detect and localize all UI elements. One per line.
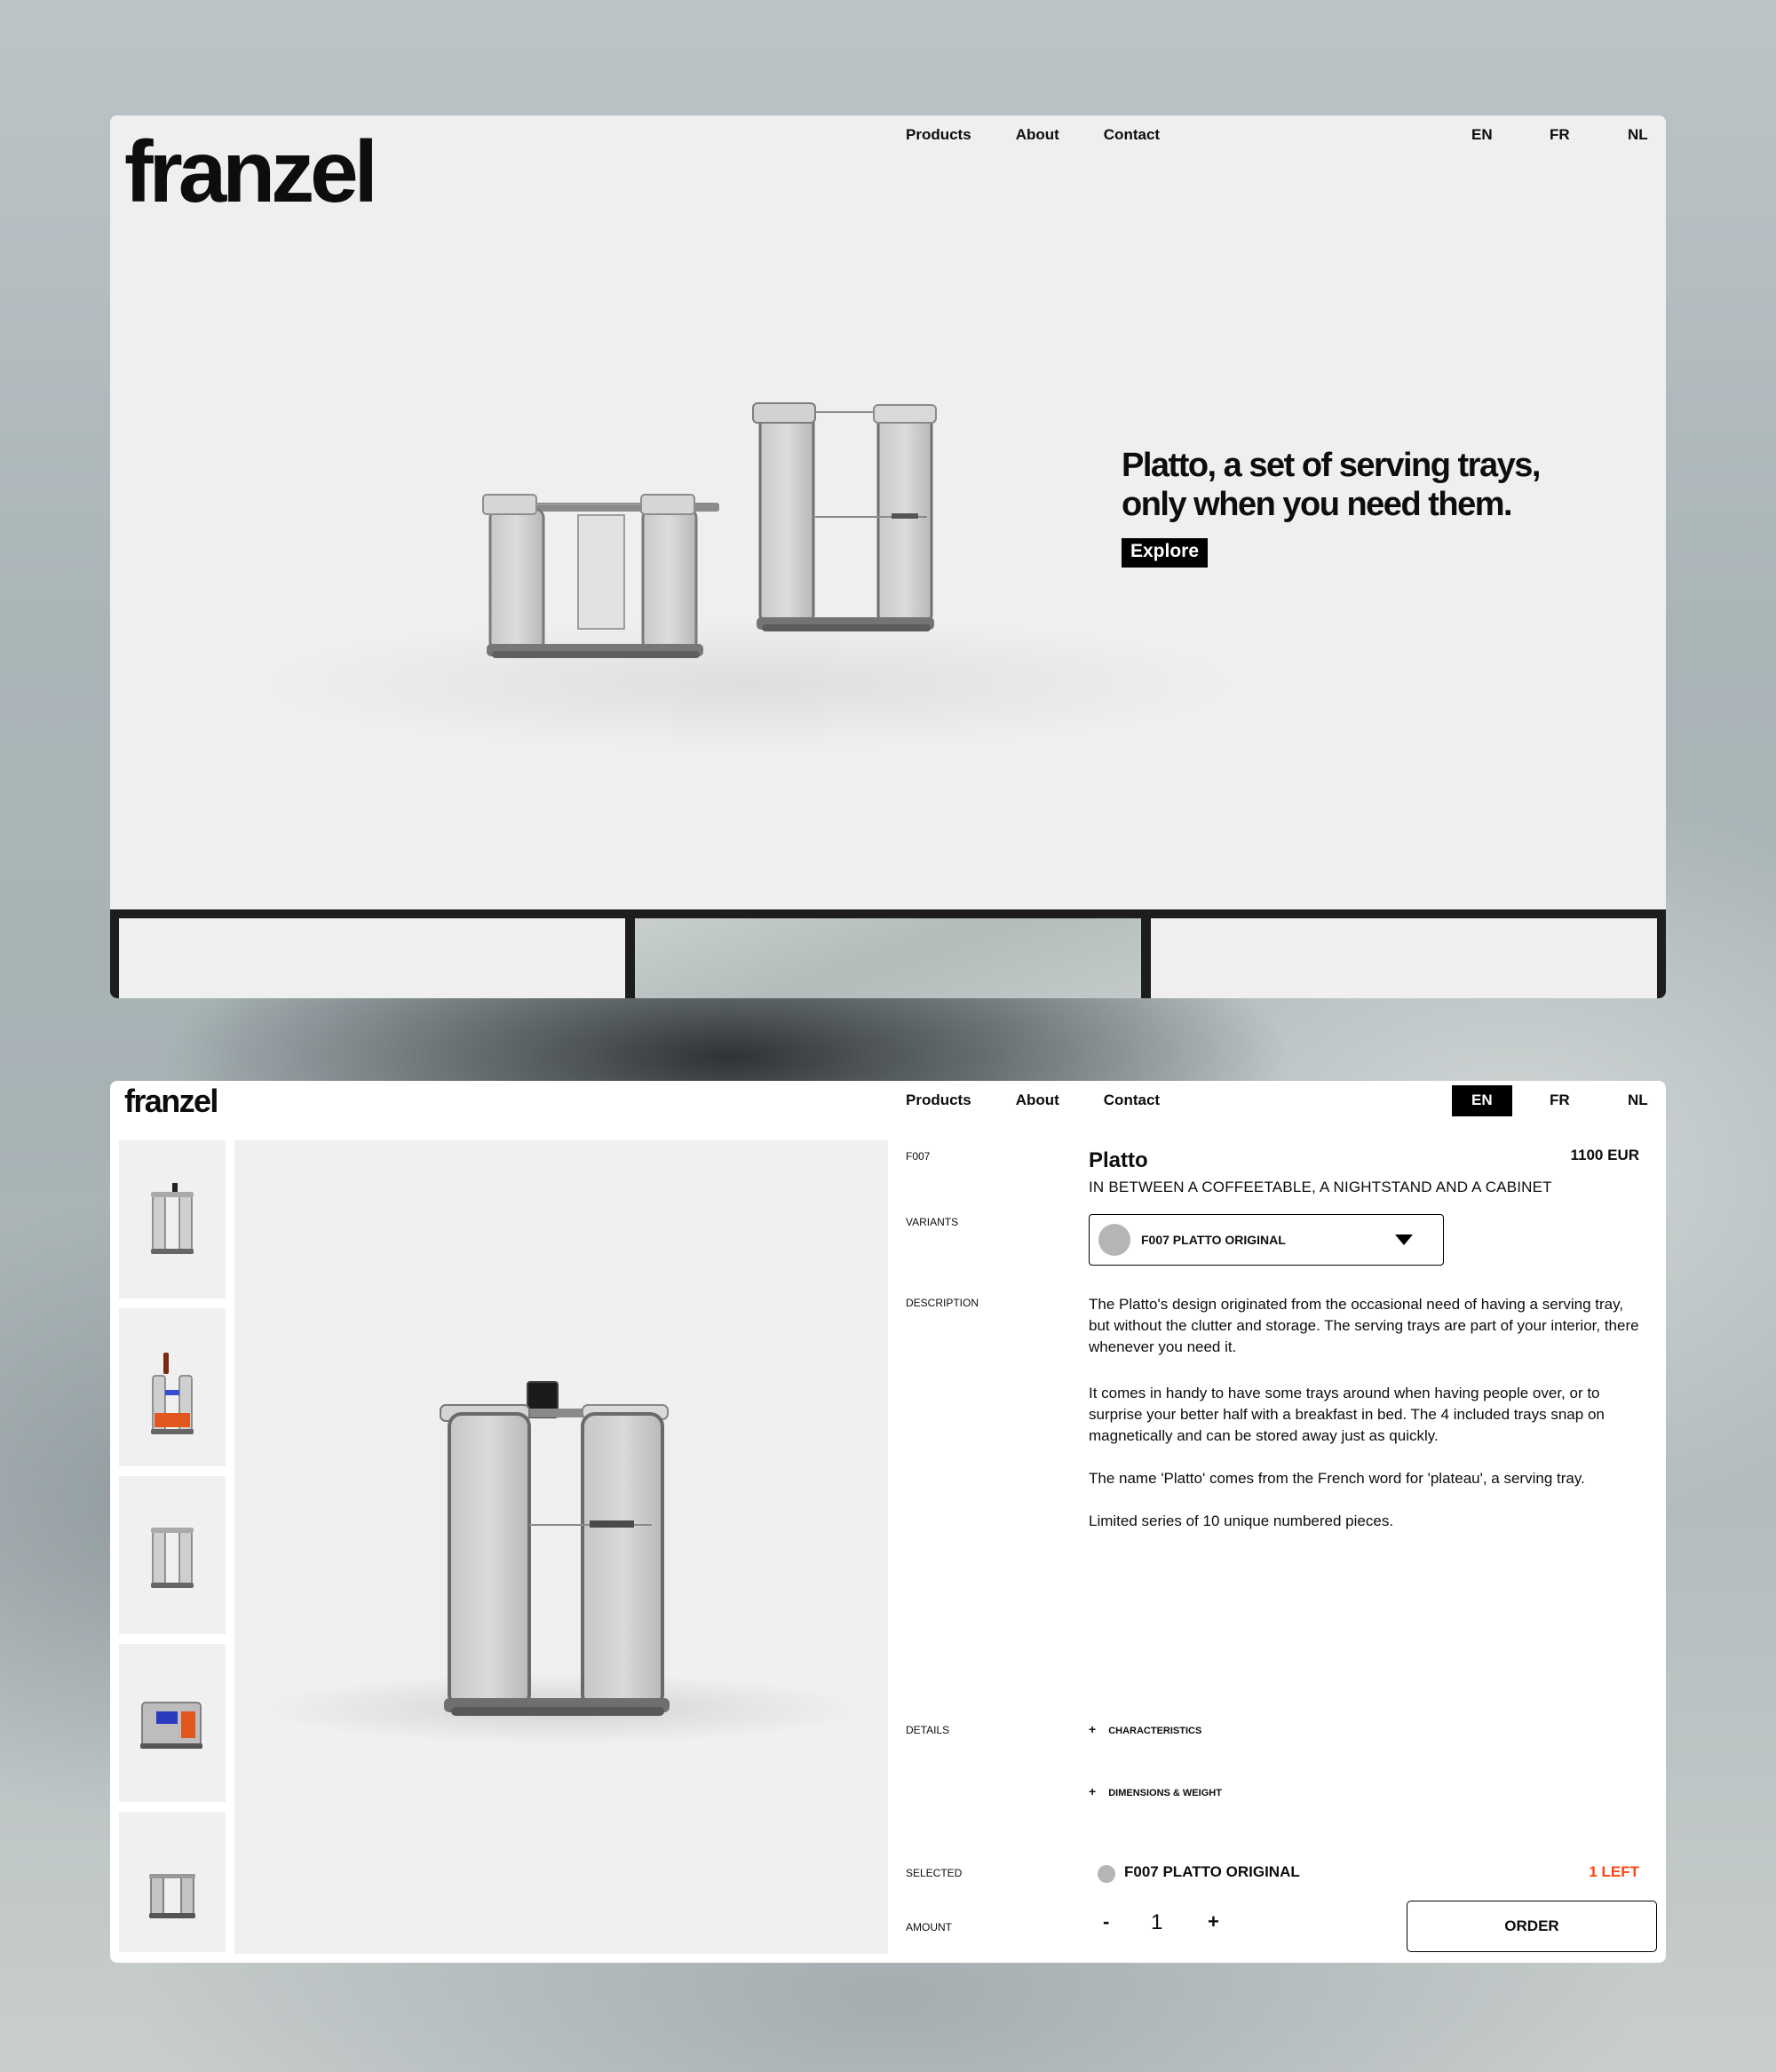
product-price: 1100 EUR bbox=[1570, 1147, 1640, 1163]
thumbnail-1[interactable] bbox=[119, 1140, 226, 1298]
nav-contact[interactable]: Contact bbox=[1104, 1092, 1160, 1109]
thumbnail-product-image bbox=[151, 1353, 194, 1434]
product-title: Platto bbox=[1089, 1148, 1148, 1172]
thumbnail-3[interactable] bbox=[119, 1476, 226, 1634]
decrement-button[interactable]: - bbox=[1103, 1910, 1109, 1933]
lang-fr[interactable]: FR bbox=[1550, 126, 1570, 144]
strip-tile-3[interactable] bbox=[1151, 918, 1657, 998]
thumbnail-2[interactable] bbox=[119, 1308, 226, 1466]
logo[interactable]: franzel bbox=[124, 115, 378, 228]
nav-contact[interactable]: Contact bbox=[1104, 126, 1160, 144]
lang-nl[interactable]: NL bbox=[1628, 126, 1648, 144]
description-paragraph: The name 'Platto' comes from the French … bbox=[1089, 1470, 1585, 1487]
accordion-label: CHARACTERISTICS bbox=[1108, 1726, 1202, 1736]
chevron-down-icon bbox=[1395, 1234, 1413, 1245]
selected-variant-name: F007 PLATTO ORIGINAL bbox=[1124, 1863, 1300, 1880]
thumbnail-4[interactable] bbox=[119, 1644, 226, 1802]
variants-label: VARIANTS bbox=[906, 1216, 959, 1228]
thumbnail-product-image bbox=[151, 1183, 194, 1254]
strip-tile-2[interactable] bbox=[635, 918, 1141, 998]
hero-page: franzel Products About Contact EN FR NL bbox=[110, 115, 1666, 998]
hero-product-image bbox=[482, 402, 937, 658]
order-button[interactable]: ORDER bbox=[1407, 1901, 1657, 1952]
product-render bbox=[259, 1381, 863, 1744]
description-paragraph: It comes in handy to have some trays aro… bbox=[1089, 1385, 1605, 1444]
nav-products[interactable]: Products bbox=[906, 1092, 971, 1109]
amount-label: AMOUNT bbox=[906, 1921, 952, 1933]
lang-fr[interactable]: FR bbox=[1550, 1092, 1570, 1109]
quantity-value[interactable]: 1 bbox=[1151, 1910, 1162, 1935]
product-description: The Platto's design originated from the … bbox=[1089, 1294, 1648, 1553]
thumbnail-product-image bbox=[151, 1528, 194, 1588]
lang-en[interactable]: EN bbox=[1471, 126, 1493, 144]
variant-selected-value: F007 PLATTO ORIGINAL bbox=[1141, 1233, 1286, 1247]
thumbnail-product-image bbox=[140, 1702, 202, 1749]
details-label: DETAILS bbox=[906, 1724, 950, 1736]
product-strip bbox=[110, 909, 1666, 998]
selected-swatch bbox=[1098, 1865, 1115, 1883]
nav-about[interactable]: About bbox=[1016, 1092, 1059, 1109]
thumbnail-product-image bbox=[149, 1874, 195, 1918]
accordion-dimensions[interactable]: + DIMENSIONS & WEIGHT bbox=[1089, 1784, 1222, 1798]
stock-badge: 1 LEFT bbox=[1589, 1863, 1639, 1880]
description-label: DESCRIPTION bbox=[906, 1297, 979, 1309]
product-code: F007 bbox=[906, 1150, 931, 1163]
main-product-image[interactable] bbox=[234, 1140, 888, 1954]
explore-button[interactable]: Explore bbox=[1122, 538, 1209, 568]
strip-tile-1[interactable] bbox=[119, 918, 625, 998]
increment-button[interactable]: + bbox=[1208, 1910, 1219, 1933]
nav-about[interactable]: About bbox=[1016, 126, 1059, 144]
main-nav: Products About Contact bbox=[906, 126, 1204, 144]
accordion-label: DIMENSIONS & WEIGHT bbox=[1108, 1788, 1222, 1798]
description-paragraph: Limited series of 10 unique numbered pie… bbox=[1089, 1512, 1394, 1529]
nav-products[interactable]: Products bbox=[906, 126, 971, 144]
lang-nl[interactable]: NL bbox=[1628, 1092, 1648, 1109]
logo[interactable]: franzel bbox=[124, 1081, 218, 1123]
product-subtitle: IN BETWEEN A COFFEETABLE, A NIGHTSTAND A… bbox=[1089, 1179, 1552, 1195]
plus-icon: + bbox=[1089, 1722, 1097, 1736]
thumbnail-5[interactable] bbox=[119, 1812, 226, 1952]
description-paragraph: The Platto's design originated from the … bbox=[1089, 1296, 1639, 1355]
variant-select[interactable]: F007 PLATTO ORIGINAL bbox=[1089, 1214, 1444, 1266]
plus-icon: + bbox=[1089, 1784, 1097, 1798]
main-nav: Products About Contact bbox=[906, 1092, 1204, 1109]
variant-swatch bbox=[1098, 1224, 1130, 1256]
lang-en-active[interactable]: EN bbox=[1452, 1085, 1512, 1116]
accordion-characteristics[interactable]: + CHARACTERISTICS bbox=[1089, 1722, 1201, 1736]
selected-label: SELECTED bbox=[906, 1867, 963, 1879]
hero-headline: Platto, a set of serving trays, only whe… bbox=[1122, 447, 1541, 523]
product-page: franzel Products About Contact EN FR NL bbox=[110, 1081, 1666, 1963]
